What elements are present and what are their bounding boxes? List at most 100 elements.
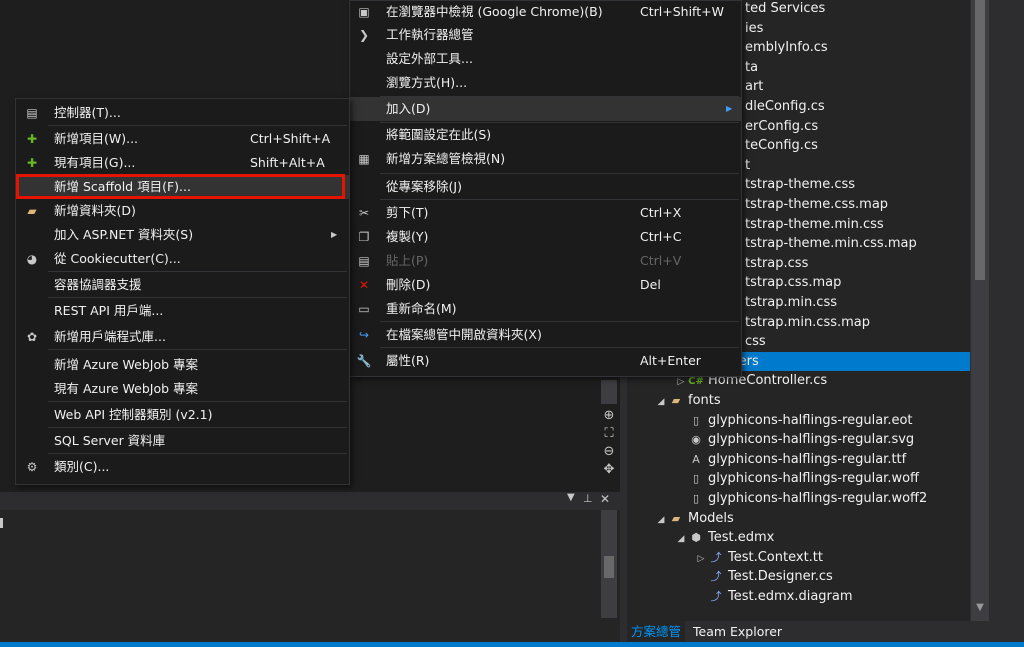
main-menu-item-label: 刪除(D) [386,277,431,292]
add-menu-item-14[interactable]: ⚙ 類別(C)... [16,455,349,479]
scroll-down-icon[interactable]: ▼ [973,602,987,616]
add-menu-item-label: 新增資料夾(D) [54,203,136,218]
add-menu-item-8[interactable]: REST API 用戶端... [16,299,349,323]
pan-icon[interactable]: ✥ [601,462,617,478]
controller-icon: ▤ [26,106,38,120]
tree-item-label: glyphicons-halflings-regular.eot [708,412,913,428]
add-menu-item-7[interactable]: 容器協調器支援 [16,273,349,297]
tree-item-label: glyphicons-halflings-regular.ttf [708,451,907,467]
menu-separator [380,96,739,97]
add-menu-item-13[interactable]: SQL Server 資料庫 [16,429,349,453]
editor-scrollbar[interactable] [601,380,617,404]
main-menu-item-4[interactable]: 加入(D) ▶ [350,97,741,121]
close-icon[interactable]: ✕ [600,492,610,506]
add-menu-item-shortcut: Ctrl+Shift+A [250,131,331,146]
tree-item[interactable]: Aglyphicons-halflings-regular.ttf [627,450,906,470]
tree-item[interactable]: ◢ ▰ Models [627,509,734,529]
tree-item-label: ted Services [745,1,826,16]
main-menu-item-6[interactable]: ▦ 新增方案總管檢視(N) [350,147,741,171]
main-menu-item-7[interactable]: 從專案移除(J) [350,175,741,199]
tree-item-label: fonts [688,393,721,408]
solution-scrollbar-thumb[interactable] [975,0,985,280]
tree-item[interactable]: ▯ glyphicons-halflings-regular.woff [627,469,919,489]
add-menu-item-11[interactable]: 現有 Azure WebJob 專案 [16,377,349,401]
main-menu-item-3[interactable]: 瀏覽方式(H)... [350,71,741,95]
solution-view-icon: ▦ [358,152,370,166]
main-menu-item-1[interactable]: ❯ 工作執行器總管 [350,23,741,47]
status-bar [0,642,1024,647]
tree-item[interactable]: ▯ glyphicons-halflings-regular.woff2 [627,489,927,509]
tt-file-icon: ⤴ [710,570,722,584]
main-menu-item-5[interactable]: 將範圍設定在此(S) [350,123,741,147]
tree-item[interactable]: ◢ ▰ fonts [627,391,721,411]
panel-dropdown-icon[interactable]: ▼ [567,492,575,503]
file-icon: ▯ [692,492,700,505]
tree-item[interactable]: ◉ glyphicons-halflings-regular.svg [627,430,914,450]
tree-item[interactable]: ▯ glyphicons-halflings-regular.eot [627,411,913,431]
main-menu-item-0[interactable]: ▣ 在瀏覽器中檢視 (Google Chrome)(B) Ctrl+Shift+W [350,0,741,24]
fit-icon[interactable]: ⛶ [601,426,617,442]
tree-item-label: art [745,79,764,95]
menu-separator [48,297,347,298]
tree-item-label: Models [688,510,734,526]
tree-item-label: teConfig.cs [745,138,818,154]
main-menu-item-label: 在瀏覽器中檢視 (Google Chrome)(B) [386,4,603,19]
tree-item-label: Test.Context.tt [728,549,823,565]
tree-item[interactable]: ⤴ Test.Designer.cs [627,567,833,587]
zoom-out-icon[interactable]: ⊖ [601,444,617,460]
cookiecutter-icon: ◕ [26,252,38,266]
main-menu-item-14[interactable]: 🔧 屬性(R) Alt+Enter [350,349,741,373]
file-icon: ▯ [692,413,700,427]
add-menu-item-9[interactable]: ✿ 新增用戶端程式庫... [16,325,349,349]
menu-separator [380,347,739,348]
main-menu-item-shortcut: Alt+Enter [640,353,701,368]
tree-item-label: t [745,157,751,173]
tree-item[interactable]: ⤴ Test.edmx.diagram [627,587,853,607]
add-menu-item-label: 現有項目(G)... [54,155,136,170]
main-menu-item-label: 工作執行器總管 [386,27,474,42]
add-menu-item-12[interactable]: Web API 控制器類別 (v2.1) [16,403,349,427]
tree-item[interactable]: ◢ ⬢ Test.edmx [627,528,775,548]
add-menu-item-label: 加入 ASP.NET 資料夾(S) [54,227,194,242]
main-menu-item-9[interactable]: ❐ 複製(Y) Ctrl+C [350,225,741,249]
main-menu-item-shortcut: Ctrl+V [640,253,682,268]
main-menu-item-label: 瀏覽方式(H)... [386,75,468,90]
add-menu-item-6[interactable]: ◕ 從 Cookiecutter(C)... [16,247,349,271]
add-menu-item-4[interactable]: ▰ 新增資料夾(D) [16,199,349,223]
tree-item-label: tstrap-theme.min.css [745,216,884,232]
menu-separator [380,321,739,322]
folder-icon: ▰ [671,511,681,525]
main-menu-item-8[interactable]: ✂ 剪下(T) Ctrl+X [350,201,741,225]
output-panel[interactable] [0,492,620,642]
main-menu-item-12[interactable]: ▭ 重新命名(M) [350,297,741,321]
tree-item-label: tstrap-theme.css [745,177,856,193]
add-menu-item-5[interactable]: 加入 ASP.NET 資料夾(S) ▶ [16,223,349,247]
menu-separator [48,427,347,428]
pin-icon[interactable]: ⊥ [583,492,593,505]
main-menu-item-2[interactable]: 設定外部工具... [350,47,741,71]
main-menu-item-label: 剪下(T) [386,205,429,220]
add-menu-item-label: 類別(C)... [54,459,110,474]
menu-separator [48,125,347,126]
add-menu-item-10[interactable]: 新增 Azure WebJob 專案 [16,353,349,377]
tab-solution-explorer[interactable]: 方案總管 [627,621,686,642]
tree-item-label: tstrap-theme.min.css.map [745,236,917,252]
main-menu-item-shortcut: Del [640,277,661,292]
main-menu-item-11[interactable]: ✕ 刪除(D) Del [350,273,741,297]
browser-view-icon: ▣ [358,5,370,19]
add-menu-item-0[interactable]: ▤ 控制器(T)... [16,101,349,125]
main-menu-item-10[interactable]: ▤ 貼上(P) Ctrl+V [350,249,741,273]
add-menu-item-2[interactable]: ✚ 現有項目(G)... Shift+Alt+A [16,151,349,175]
tree-item[interactable]: ▷ ⤴ Test.Context.tt [627,548,823,568]
rename-icon: ▭ [358,302,370,316]
main-menu-item-13[interactable]: ↪ 在檔案總管中開啟資料夾(X) [350,323,741,347]
tree-item-label: dleConfig.cs [745,99,825,114]
tab-team-explorer[interactable]: Team Explorer [689,621,786,642]
add-menu-item-1[interactable]: ✚ 新增項目(W)... Ctrl+Shift+A [16,127,349,151]
tree-item-label: glyphicons-halflings-regular.svg [708,432,915,448]
main-menu-item-label: 重新命名(M) [386,301,457,316]
file-icon: ▯ [692,472,700,486]
output-scrollbar-thumb[interactable] [604,556,614,578]
main-menu-item-label: 複製(Y) [386,229,429,244]
zoom-in-icon[interactable]: ⊕ [601,408,617,424]
